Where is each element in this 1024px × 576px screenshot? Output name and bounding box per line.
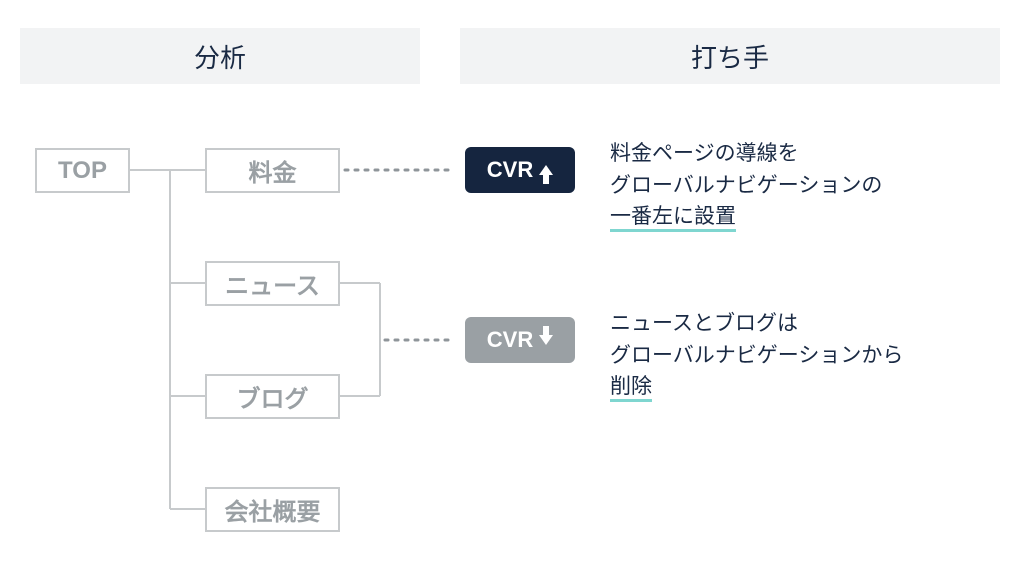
action-2-line1: ニュースとブログは	[610, 312, 798, 335]
connector-lines	[0, 0, 1024, 576]
arrow-down-icon	[539, 335, 553, 345]
action-text-2: ニュースとブログは グローバルナビゲーションから 削除	[610, 308, 1010, 403]
badge-cvr-down: CVR	[465, 317, 575, 363]
node-pricing: 料金	[205, 148, 340, 193]
badge-cvr-down-label: CVR	[487, 327, 533, 353]
node-top: TOP	[35, 148, 130, 193]
action-2-line2: グローバルナビゲーションから	[610, 344, 903, 367]
node-blog: ブログ	[205, 374, 340, 419]
header-analysis: 分析	[20, 28, 420, 84]
action-1-emph: 一番左に設置	[610, 205, 736, 232]
badge-cvr-up: CVR	[465, 147, 575, 193]
arrow-up-icon	[539, 165, 553, 175]
node-company: 会社概要	[205, 487, 340, 532]
action-2-emph: 削除	[610, 375, 652, 402]
action-1-line1: 料金ページの導線を	[610, 142, 799, 165]
action-text-1: 料金ページの導線を グローバルナビゲーションの 一番左に設置	[610, 138, 1010, 233]
badge-cvr-up-label: CVR	[487, 157, 533, 183]
node-news: ニュース	[205, 261, 340, 306]
header-action: 打ち手	[460, 28, 1000, 84]
action-1-line2: グローバルナビゲーションの	[610, 174, 882, 197]
